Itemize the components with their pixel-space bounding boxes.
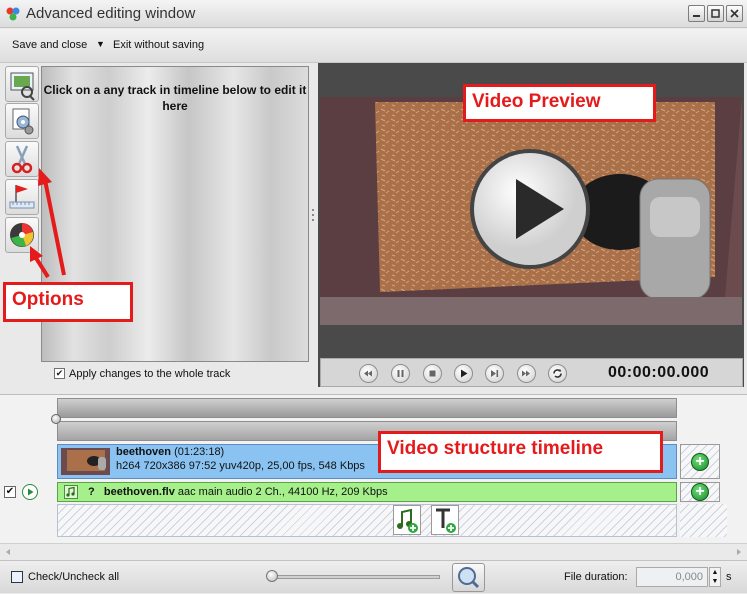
audio-track-info: ? beethoven.flv aac main audio 2 Ch., 44… [88,486,388,498]
add-audio-track-button[interactable]: + [691,483,709,501]
audio-track-play-button[interactable] [22,484,38,500]
audio-note-icon [64,485,78,499]
audio-track[interactable]: ? beethoven.flv aac main audio 2 Ch., 44… [57,482,677,502]
audio-status-mark: ? [88,486,95,498]
video-add-slot: + [680,444,720,479]
add-music-button[interactable] [393,505,421,535]
video-preview-annotation: Video Preview [463,84,656,122]
video-track-title: beethoven (01:23:18) [116,446,225,458]
video-thumbnail [61,448,110,475]
timeline-annotation: Video structure timeline [378,431,663,473]
add-text-button[interactable] [431,505,459,535]
zoom-fit-button[interactable] [452,563,485,592]
file-duration-input[interactable] [636,567,708,587]
empty-track-row [57,504,677,537]
zoom-slider-handle[interactable] [266,570,278,582]
scroll-right-icon [737,549,741,555]
audio-track-checkbox[interactable]: ✔ [4,486,16,498]
status-bar: Check/Uncheck all File duration: ▲▼ s [0,560,747,593]
add-music-icon [397,508,418,533]
zoom-slider[interactable] [268,575,440,579]
add-text-icon [436,508,456,533]
video-track-specs: h264 720x386 97:52 yuv420p, 25,00 fps, 5… [116,460,365,472]
add-video-track-button[interactable]: + [691,453,709,471]
file-duration-unit: s [726,571,732,583]
audio-file-name: beethoven.flv [103,486,175,498]
check-all-checkbox[interactable] [11,571,23,583]
options-annotation: Options [3,282,133,322]
timeline-scrollbar[interactable] [0,543,747,559]
scroll-left-icon [6,549,10,555]
check-all-label[interactable]: Check/Uncheck all [28,571,119,583]
file-duration-spinner[interactable]: ▲ ▼ [709,567,721,587]
timeline-ruler[interactable] [57,398,677,418]
file-duration-label: File duration: [564,571,628,583]
audio-specs: aac main audio 2 Ch., 44100 Hz, 209 Kbps [177,486,388,498]
playhead-handle[interactable] [51,414,61,424]
audio-add-slot: + [680,482,720,502]
empty-slot [680,504,727,537]
magnifier-icon [458,567,480,589]
